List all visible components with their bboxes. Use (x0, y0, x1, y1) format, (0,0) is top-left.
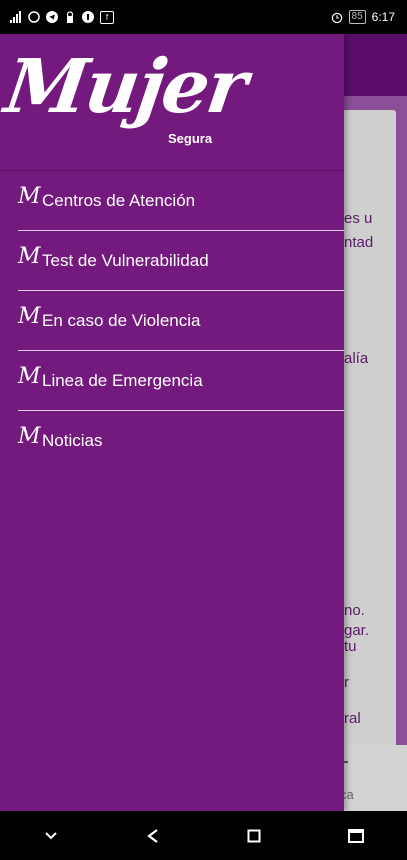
whatsapp-icon (28, 11, 40, 23)
card-text-line: alía (344, 350, 369, 367)
menu-item-label: En caso de Violencia (42, 310, 201, 330)
navigation-drawer: Mujer Segura M Centros de Atención M Tes… (0, 34, 344, 811)
chevron-down-icon (45, 831, 57, 839)
status-right-icons: 85 6:17 (331, 0, 395, 34)
menu-item-label: Test de Vulnerabilidad (42, 250, 209, 270)
card-text-line: gar. (344, 622, 370, 639)
menu-item-test-de-vulnerabilidad[interactable]: M Test de Vulnerabilidad (18, 231, 344, 291)
menu-item-label: Centros de Atención (42, 190, 196, 210)
drawer-menu: M Centros de Atención M Test de Vulnerab… (18, 171, 344, 470)
facebook-icon: f (100, 10, 114, 24)
status-left-icons: f (10, 10, 114, 24)
card-text-line: tu (344, 638, 357, 655)
home-square-icon (247, 829, 261, 842)
status-bar: f 85 6:17 (0, 0, 407, 34)
card-text-line: ral (344, 710, 361, 727)
m-logo-icon: M (18, 304, 41, 329)
nav-back-button[interactable] (133, 816, 173, 856)
m-logo-icon: M (18, 184, 41, 209)
logo-subtitle: Segura (168, 131, 213, 146)
alarm-icon (331, 11, 343, 23)
back-arrow-icon (146, 828, 158, 843)
menu-item-centros-de-atencion[interactable]: M Centros de Atención (18, 171, 344, 231)
nav-collapse-button[interactable] (31, 816, 71, 856)
menu-item-linea-de-emergencia[interactable]: M Linea de Emergencia (18, 351, 344, 411)
m-logo-icon: M (18, 364, 41, 389)
menu-item-label: Noticias (42, 430, 103, 450)
battery-icon: 85 (348, 10, 366, 24)
m-logo-icon: M (18, 244, 41, 269)
lock-icon (64, 11, 76, 23)
nav-home-button[interactable] (234, 816, 274, 856)
menu-item-label: Linea de Emergencia (42, 370, 203, 390)
telegram-icon (46, 11, 58, 23)
menu-item-en-caso-de-violencia[interactable]: M En caso de Violencia (18, 291, 344, 351)
card-text-line: ntad (344, 234, 374, 251)
logo-title: Mujer (0, 44, 251, 130)
signal-icon (10, 11, 22, 23)
menu-item-noticias[interactable]: M Noticias (18, 411, 344, 470)
notification-icon (82, 11, 94, 23)
status-time: 6:17 (371, 10, 395, 24)
card-text-line: no. (344, 602, 365, 619)
m-logo-icon: M (18, 424, 41, 449)
system-nav-bar (0, 811, 407, 860)
recents-icon (348, 828, 365, 843)
card-text-line: es u (344, 210, 373, 227)
nav-recents-button[interactable] (336, 816, 376, 856)
drawer-header: Mujer Segura (0, 34, 344, 170)
card-text-line: r (344, 674, 349, 691)
